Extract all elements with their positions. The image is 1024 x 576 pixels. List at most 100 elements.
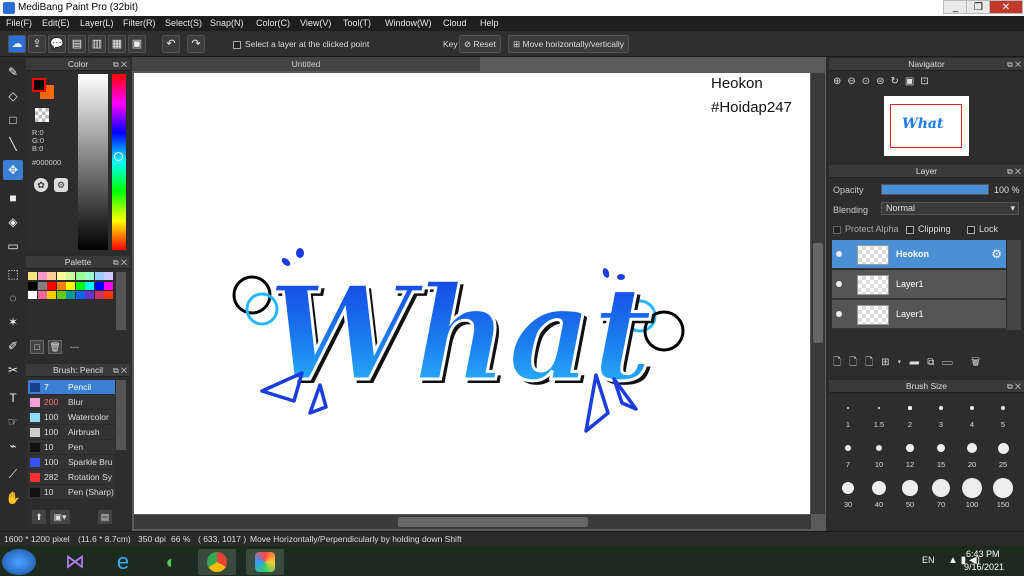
palette-swatch[interactable] [37,281,47,290]
select-rect-icon[interactable]: ⬚ [3,264,23,284]
operation-tool-icon[interactable]: ☞ [3,412,23,432]
menu-snap[interactable]: Snap(N) [210,18,244,28]
reset-button[interactable]: ⊘ Reset [459,35,501,53]
brush-item-rotation[interactable]: 282 Rotation Sy [28,470,115,485]
menu-layer[interactable]: Layer(L) [80,18,114,28]
palette-swatch[interactable] [28,291,37,299]
brush-size-option[interactable]: 25 [988,438,1018,469]
brush-size-option[interactable]: 30 [833,478,863,509]
palette-wheel-icon[interactable]: ✿ [34,178,48,192]
select-eraser-icon[interactable]: ✂ [3,360,23,380]
lock-option[interactable]: Lock [967,224,998,234]
brush-item-airbrush[interactable]: 100 Airbrush [28,425,115,440]
ie-browser-icon[interactable]: e [108,549,138,575]
opacity-slider[interactable] [881,184,989,195]
select-layer-checkbox[interactable] [233,40,241,49]
navigator-preview[interactable]: What [884,96,969,156]
chat-icon[interactable]: ▤ [68,35,86,53]
language-indicator[interactable]: EN [922,555,935,565]
brush-size-option[interactable]: 5 [988,398,1018,429]
palette-swatch[interactable] [75,291,85,299]
select-layer-option[interactable]: Select a layer at the clicked point [233,39,369,49]
clipping-option[interactable]: Clipping [906,224,951,234]
new-palette-icon[interactable]: □ [30,340,44,354]
palette-swatch[interactable] [66,291,75,299]
menu-cloud[interactable]: Cloud [443,18,467,28]
text-tool-icon[interactable]: T [3,388,23,408]
rect-tool-icon[interactable]: □ [3,110,23,130]
layer-actions[interactable]: 🗋🗋🗋⊞▾▰⧉▭ 🗑 [833,355,1019,371]
brush-size-option[interactable]: 15 [926,438,956,469]
menu-window[interactable]: Window(W) [385,18,432,28]
brush-size-option[interactable]: 2 [895,398,925,429]
horizontal-scrollbar[interactable] [134,515,811,529]
palette-swatch[interactable] [56,281,66,290]
palette-swatch[interactable] [104,272,113,280]
upload-icon[interactable]: ⇪ [28,35,46,53]
menu-file[interactable]: File(F) [6,18,32,28]
palette-swatch[interactable] [56,272,66,280]
brush-size-option[interactable]: 1 [833,398,863,429]
line-tool-icon[interactable]: ╲ [3,134,23,154]
menu-help[interactable]: Help [480,18,499,28]
menu-filter[interactable]: Filter(R) [123,18,156,28]
brush-item-watercolor[interactable]: 100 Watercolor [28,410,115,425]
brush-size-option[interactable]: 3 [926,398,956,429]
eraser-tool-icon[interactable]: ◇ [3,86,23,106]
brush-size-option[interactable]: 70 [926,478,956,509]
palette-swatch[interactable] [94,281,104,290]
brush-size-option[interactable]: 7 [833,438,863,469]
primary-color-swatch[interactable] [32,78,46,92]
visibility-icon[interactable] [836,311,842,317]
magic-wand-icon[interactable]: ✶ [3,312,23,332]
menu-tool[interactable]: Tool(T) [343,18,371,28]
palette-swatch[interactable] [85,281,94,290]
brush-size-option[interactable]: 100 [957,478,987,509]
brush-size-option[interactable]: 20 [957,438,987,469]
color-sv-field[interactable] [78,74,108,250]
layer-close-icon[interactable]: ⧉ ✕ [1007,165,1021,178]
layer-row-heokon[interactable]: Heokon ⚙ [832,240,1006,269]
protect-alpha-checkbox[interactable] [833,225,841,234]
palette-swatch[interactable] [66,272,75,280]
vertical-scrollbar[interactable] [811,73,825,514]
menu-select[interactable]: Select(S) [165,18,202,28]
visibility-icon[interactable] [836,281,842,287]
palette-swatch[interactable] [47,272,56,280]
brush-close-icon[interactable]: ⧉ ✕ [113,364,127,377]
menu-view[interactable]: View(V) [300,18,331,28]
palette-swatch[interactable] [66,281,75,290]
document-icon[interactable]: ▥ [88,35,106,53]
layer-scrollbar[interactable] [1007,240,1021,330]
redo-icon[interactable]: ↷ [187,35,205,53]
minimize-button[interactable]: _ [943,0,968,14]
palette-swatch[interactable] [104,291,113,299]
palette-close-icon[interactable]: ⧉ ✕ [113,256,127,269]
visual-studio-icon[interactable]: ⋈ [60,549,90,575]
palette-swatch[interactable] [85,272,94,280]
palette-swatch[interactable] [28,281,37,290]
horizontal-scroll-thumb[interactable] [398,517,588,527]
transparent-swatch[interactable] [35,108,49,122]
document-tab[interactable]: Untitled [132,57,480,71]
comment-icon[interactable]: 💬 [48,35,66,53]
hand-tool-icon[interactable]: ✋ [3,488,23,508]
palette-swatch[interactable] [75,272,85,280]
color-settings-icon[interactable]: ⚙ [54,178,68,192]
hue-marker-icon[interactable] [114,152,123,161]
brush-size-option[interactable]: 50 [895,478,925,509]
palette-swatch[interactable] [75,281,85,290]
brush-size-option[interactable]: 1.5 [864,398,894,429]
close-button[interactable]: ✕ [989,0,1023,14]
vertical-scroll-thumb[interactable] [813,243,823,343]
brush-scrollbar[interactable] [116,380,126,450]
visibility-icon[interactable] [836,251,842,257]
palette-swatch[interactable] [28,272,37,280]
brush-size-option[interactable]: 150 [988,478,1018,509]
palette-swatch[interactable] [94,272,104,280]
brush-item-pen-sharp[interactable]: 10 Pen (Sharp) [28,485,115,500]
navigator-controls[interactable]: ⊕⊖⊙⊜↻▣⊡ [833,76,993,90]
canvas[interactable]: Heokon #Hoidap247 What What [134,73,810,514]
undo-icon[interactable]: ↶ [162,35,180,53]
layer-row-layer1-b[interactable]: Layer1 [832,300,1006,329]
